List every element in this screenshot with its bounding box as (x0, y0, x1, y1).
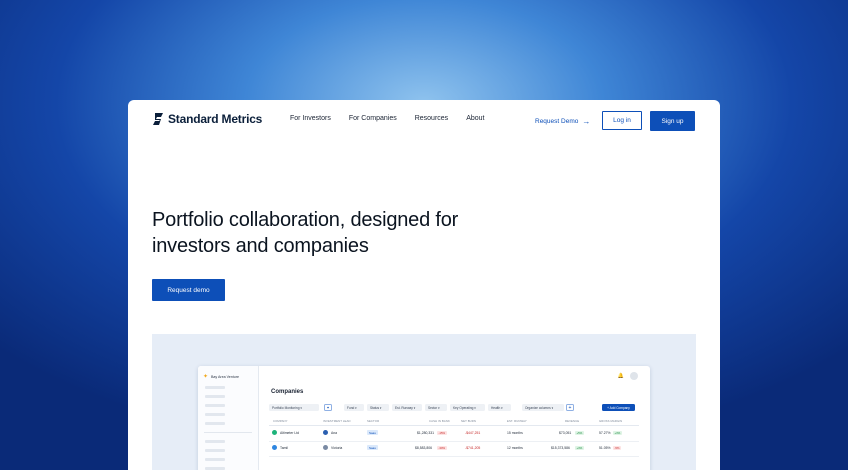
avatar (323, 430, 328, 435)
filter-portfolio-monitoring[interactable]: Portfolio Monitoring ▾ (269, 404, 319, 411)
link-icon[interactable]: ⚭ (324, 404, 332, 411)
organize-columns-button[interactable]: Organize columns ▾ (522, 404, 564, 411)
company-logo-icon (272, 430, 277, 435)
col-gross-margin[interactable]: GROSS MARGIN (599, 419, 622, 423)
hero-request-demo-button[interactable]: Request demo (152, 279, 225, 301)
sidebar-item[interactable] (205, 458, 225, 461)
col-est-runway[interactable]: EST. RUNWAY (507, 419, 527, 423)
app-window: ✦ Bay Area Venture 🔔 Companies Portfolio… (198, 366, 650, 470)
filter-label: Fund (347, 405, 355, 410)
sidebar-item[interactable] (205, 404, 225, 407)
lead-name: Ana (331, 431, 338, 435)
cash-delta-badge: -30% (437, 445, 447, 450)
filter-key-operating[interactable]: Key Operating ▾ (450, 404, 485, 411)
sidebar-item[interactable] (205, 395, 225, 398)
filter-label: Key Operating (453, 405, 474, 410)
filter-label: Est. Runway (395, 405, 413, 410)
arrow-right-icon: → (582, 117, 591, 126)
sidebar-divider (204, 432, 252, 433)
revenue-value: $73,051 (559, 431, 572, 435)
burn-value: -$447,251 (465, 431, 481, 435)
filter-label: Status (370, 405, 380, 410)
org-logo-icon: ✦ (203, 374, 209, 380)
cash-delta-badge: -15% (437, 430, 447, 435)
sector-tag: Saas (367, 430, 378, 435)
filter-fund[interactable]: Fund ▾ (344, 404, 364, 411)
main-menu: For Investors For Companies Resources Ab… (290, 115, 502, 122)
menu-item-resources[interactable]: Resources (415, 115, 448, 122)
col-sector[interactable]: SECTOR (367, 419, 379, 423)
bell-icon[interactable]: 🔔 (618, 373, 624, 379)
revenue-value: $15,373,586 (551, 446, 570, 450)
col-company[interactable]: COMPANY (273, 419, 288, 423)
sector-tag: Saas (367, 445, 378, 450)
request-demo-label: Request Demo (535, 118, 579, 125)
add-company-button[interactable]: + Add Company (602, 404, 635, 411)
table-row[interactable] (269, 457, 639, 470)
table-row[interactable]: Tamil Victoria Saas $8,583,806 -30% -$74… (269, 442, 639, 457)
filter-label: Sector (428, 405, 438, 410)
margin-value: 57.27% (599, 431, 611, 435)
filter-status[interactable]: Status ▾ (367, 404, 389, 411)
login-button[interactable]: Log in (602, 111, 642, 130)
page-title: Companies (271, 389, 304, 395)
main-card: Standard Metrics For Investors For Compa… (128, 100, 720, 470)
sidebar-item[interactable] (205, 413, 225, 416)
filter-label: Portfolio Monitoring (272, 405, 300, 410)
filter-sector[interactable]: Sector ▾ (425, 404, 447, 411)
margin-delta-badge: +3% (613, 430, 622, 435)
avatar (323, 445, 328, 450)
plus-icon[interactable]: + (566, 404, 574, 411)
col-net-burn[interactable]: NET BURN (461, 419, 476, 423)
cash-value: $8,583,806 (415, 446, 432, 450)
margin-delta-badge: -5% (613, 445, 621, 450)
product-preview: ✦ Bay Area Venture 🔔 Companies Portfolio… (152, 334, 696, 470)
menu-item-for-investors[interactable]: For Investors (290, 115, 331, 122)
burn-value: -$741,205 (465, 446, 481, 450)
sidebar-item[interactable] (205, 386, 225, 389)
cash-value: $1,280,331 (417, 431, 434, 435)
col-cash-in-bank[interactable]: CASH IN BANK (429, 419, 450, 423)
app-sidebar: ✦ Bay Area Venture (198, 366, 259, 470)
hero-title-line-1: Portfolio collaboration, designed for (152, 209, 459, 231)
brand-logo[interactable]: Standard Metrics (152, 112, 262, 126)
sidebar-item[interactable] (205, 440, 225, 443)
menu-item-about[interactable]: About (466, 115, 484, 122)
hero-title: Portfolio collaboration, designed for in… (152, 207, 552, 259)
org-switcher[interactable]: ✦ Bay Area Venture (203, 373, 239, 380)
filter-bar: Portfolio Monitoring ▾ ⚭ Fund ▾ Status ▾… (269, 404, 639, 412)
logo-icon (153, 113, 163, 125)
runway-value: 15 months (507, 431, 523, 435)
hero-title-line-2: investors and companies (152, 235, 369, 257)
revenue-delta-badge: +5% (575, 430, 584, 435)
revenue-delta-badge: +3% (575, 445, 584, 450)
filter-health[interactable]: Health ▾ (488, 404, 511, 411)
lead-name: Victoria (331, 446, 343, 450)
company-name[interactable]: Tamil (280, 446, 288, 450)
table-row[interactable]: Altimeter Ltd Ana Saas $1,280,331 -15% -… (269, 427, 639, 442)
table-header: COMPANY INVESTMENT LEAD SECTOR CASH IN B… (269, 419, 639, 426)
margin-value: 51.05% (599, 446, 611, 450)
runway-value: 12 months (507, 446, 523, 450)
request-demo-link[interactable]: Request Demo → (535, 117, 590, 126)
top-nav: Standard Metrics For Investors For Compa… (128, 100, 720, 140)
brand-name: Standard Metrics (168, 112, 263, 126)
col-investment-lead[interactable]: INVESTMENT LEAD (323, 419, 351, 423)
col-revenue[interactable]: REVENUE (565, 419, 579, 423)
sidebar-item[interactable] (205, 449, 225, 452)
company-name[interactable]: Altimeter Ltd (280, 431, 299, 435)
filter-label: Health (491, 405, 501, 410)
avatar[interactable] (630, 372, 638, 380)
filter-label: Organize columns (525, 405, 551, 410)
filter-est-runway[interactable]: Est. Runway ▾ (392, 404, 422, 411)
sidebar-item[interactable] (205, 422, 225, 425)
app-main: 🔔 Companies Portfolio Monitoring ▾ ⚭ Fun… (259, 366, 650, 470)
menu-item-for-companies[interactable]: For Companies (349, 115, 397, 122)
signup-button[interactable]: Sign up (650, 111, 695, 131)
org-name: Bay Area Venture (211, 374, 240, 379)
company-logo-icon (272, 445, 277, 450)
